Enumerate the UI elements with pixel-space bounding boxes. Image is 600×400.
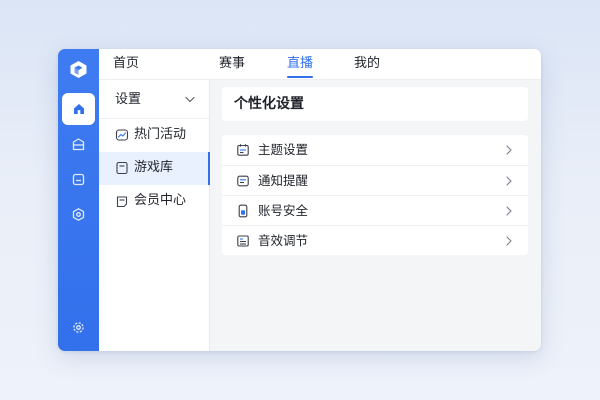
rail-calendar-button[interactable] — [66, 167, 91, 192]
hexagon-icon — [72, 208, 85, 221]
settings-row-account-security[interactable]: 账号安全 — [222, 195, 528, 226]
home-icon — [73, 104, 84, 114]
membership-icon — [116, 196, 128, 208]
settings-sidebar-header[interactable]: 设置 — [99, 80, 209, 119]
chevron-right-icon — [506, 176, 512, 186]
rail-hexagon-button[interactable] — [66, 202, 91, 227]
app-logo-icon[interactable] — [68, 59, 89, 80]
rail-settings-button[interactable] — [66, 315, 91, 340]
settings-sidebar-title: 设置 — [115, 92, 142, 107]
settings-list: 主题设置 通知提醒 账号安全 音效调节 — [222, 135, 528, 255]
settings-gear-icon — [73, 322, 84, 333]
sidebar-item-membership[interactable]: 会员中心 — [99, 185, 209, 218]
phone-security-icon — [238, 204, 248, 218]
settings-row-label: 主题设置 — [258, 142, 309, 157]
sidebar-item-game-library[interactable]: 游戏库 — [99, 152, 210, 185]
settings-row-label: 音效调节 — [258, 233, 309, 248]
sidebar-item-label: 会员中心 — [134, 193, 187, 208]
rail-inbox-button[interactable] — [66, 132, 91, 157]
nav-tab-events[interactable]: 赛事 — [219, 55, 245, 73]
left-rail — [58, 49, 99, 351]
chevron-right-icon — [506, 206, 512, 216]
settings-sidebar: 设置 热门活动 游戏库 会员中心 — [99, 80, 210, 351]
nav-tab-live[interactable]: 直播 — [287, 55, 313, 73]
sidebar-item-hot-activities[interactable]: 热门活动 — [99, 119, 209, 152]
settings-row-label: 通知提醒 — [258, 173, 309, 188]
chevron-right-icon — [506, 145, 512, 155]
page-title: 个性化设置 — [234, 96, 304, 112]
top-nav-bar: 首页 赛事 直播 我的 — [99, 49, 541, 80]
calendar-icon — [72, 173, 85, 186]
rail-home-button[interactable] — [62, 93, 95, 125]
settings-row-theme[interactable]: 主题设置 — [222, 135, 528, 165]
nav-tab-home[interactable]: 首页 — [113, 55, 139, 73]
chevron-down-icon — [185, 96, 195, 103]
settings-row-notifications[interactable]: 通知提醒 — [222, 165, 528, 196]
page-title-card: 个性化设置 — [222, 87, 528, 121]
inbox-icon — [72, 138, 85, 151]
active-tab-indicator — [287, 76, 313, 78]
sidebar-item-label: 热门活动 — [134, 127, 187, 142]
app-window: 首页 赛事 直播 我的 设置 热门活动 游戏库 会员中心 个性化设置 主题设置 … — [58, 49, 541, 351]
sidebar-item-label: 游戏库 — [134, 160, 174, 175]
nav-tab-mine[interactable]: 我的 — [354, 55, 380, 73]
chevron-right-icon — [506, 236, 512, 246]
settings-row-sound[interactable]: 音效调节 — [222, 225, 528, 256]
activity-icon — [115, 129, 129, 141]
settings-row-label: 账号安全 — [258, 203, 309, 218]
message-icon — [237, 175, 249, 187]
calendar-theme-icon — [237, 144, 249, 156]
game-library-icon — [116, 161, 128, 175]
list-sound-icon — [237, 235, 249, 247]
